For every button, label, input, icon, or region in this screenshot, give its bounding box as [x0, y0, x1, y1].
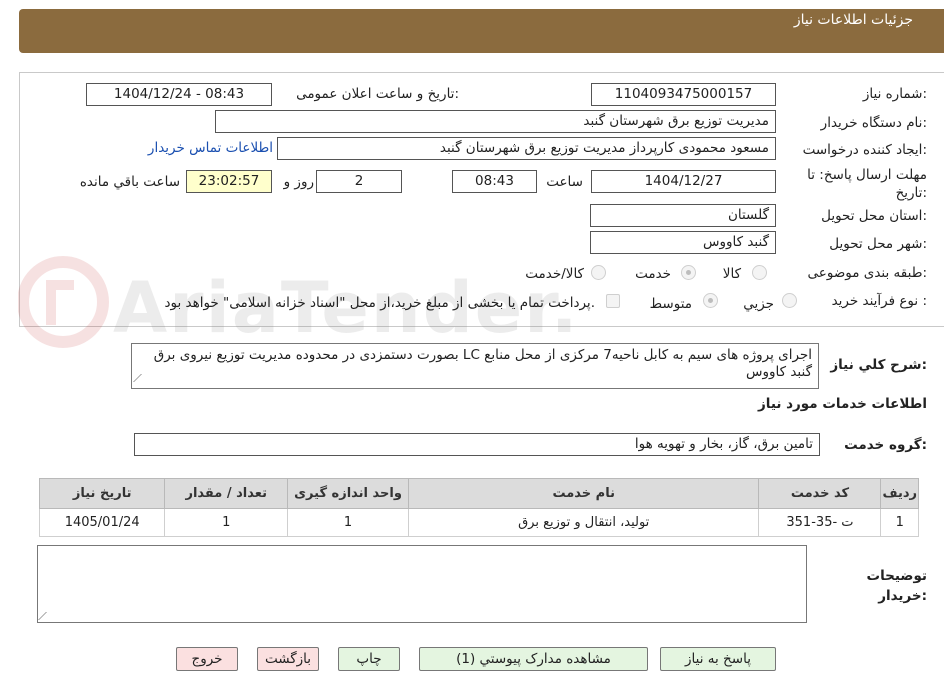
- column-header-service-name: نام خدمت: [407, 478, 760, 509]
- table-header-row: ردیف کد خدمت نام خدمت واحد اندازه گیری ت…: [38, 478, 919, 509]
- city-label: شهر محل تحویل:: [829, 236, 927, 252]
- exit-button[interactable]: خروج: [176, 647, 238, 671]
- buyer-org-label: نام دستگاه خریدار:: [820, 115, 927, 131]
- services-table: ردیف کد خدمت نام خدمت واحد اندازه گیری ت…: [38, 478, 919, 537]
- announce-datetime-label: تاریخ و ساعت اعلان عمومی:: [296, 86, 459, 102]
- table-row: 1 ت -35-351 تولید، انتقال و توزیع برق 1 …: [38, 508, 919, 537]
- services-section-title: اطلاعات خدمات مورد نیاز: [757, 396, 927, 412]
- column-header-row-number: ردیف: [880, 478, 919, 509]
- city-field[interactable]: گنبد کاووس: [590, 231, 776, 254]
- column-header-unit: واحد اندازه گیری: [287, 478, 409, 509]
- back-button[interactable]: بازگشت: [257, 647, 319, 671]
- deadline-time-field[interactable]: 08:43: [452, 170, 537, 193]
- treasury-payment-note: پرداخت تمام یا بخشی از مبلغ خرید،از محل …: [164, 295, 595, 311]
- category-service-label: خدمت: [635, 266, 671, 282]
- description-label: شرح کلي نیاز:: [830, 357, 927, 373]
- requester-field[interactable]: مسعود محمودی کارپرداز مدیریت توزیع برق ش…: [277, 137, 776, 160]
- process-medium-label: متوسط: [649, 296, 692, 312]
- column-header-service-code: کد خدمت: [758, 478, 882, 509]
- category-label: طبقه بندی موضوعی:: [807, 265, 927, 281]
- need-number-label: شماره نیاز:: [862, 86, 927, 102]
- province-field[interactable]: گلستان: [590, 204, 776, 227]
- process-partial-radio[interactable]: [782, 293, 797, 308]
- deadline-date-field[interactable]: 1404/12/27: [591, 170, 776, 193]
- print-button[interactable]: چاپ: [338, 647, 400, 671]
- days-label: روز و: [283, 174, 314, 190]
- column-header-need-date: تاریخ نیاز: [38, 478, 166, 509]
- buyer-contact-link[interactable]: اطلاعات تماس خریدار: [148, 140, 273, 156]
- cell-need-date: 1405/01/24: [38, 508, 166, 537]
- service-group-field[interactable]: تامین برق، گاز، بخار و تهویه هوا: [134, 433, 820, 456]
- cell-row-number: 1: [880, 508, 919, 537]
- category-service-radio[interactable]: [681, 265, 696, 280]
- category-goods-label: کالا: [722, 266, 741, 282]
- buyer-notes-label: توضیحات خریدار:: [866, 568, 927, 604]
- cell-quantity: 1: [164, 508, 289, 537]
- category-goods-radio[interactable]: [752, 265, 767, 280]
- process-medium-radio[interactable]: [703, 293, 718, 308]
- service-group-label: گروه خدمت:: [844, 437, 927, 453]
- cell-unit: 1: [287, 508, 409, 537]
- announce-datetime-field[interactable]: 1404/12/24 - 08:43: [86, 83, 272, 106]
- cell-service-name: تولید، انتقال و توزیع برق: [407, 508, 760, 537]
- treasury-payment-checkbox[interactable]: [606, 294, 620, 308]
- deadline-label: مهلت ارسال پاسخ: تا تاریخ:: [807, 167, 927, 201]
- column-header-quantity: تعداد / مقدار: [164, 478, 289, 509]
- province-label: استان محل تحویل:: [821, 208, 927, 224]
- remaining-time-label: ساعت باقي مانده: [79, 174, 180, 190]
- category-goods-service-radio[interactable]: [591, 265, 606, 280]
- need-number-field[interactable]: 1104093475000157: [591, 83, 776, 106]
- description-textarea[interactable]: اجرای پروژه های سیم به کابل ناحیه7 مرکزی…: [131, 343, 819, 389]
- process-type-label: نوع فرآیند خرید :: [831, 293, 927, 309]
- buyer-org-field[interactable]: مدیریت توزیع برق شهرستان گنبد: [215, 110, 776, 133]
- page-title: جزئیات اطلاعات نیاز: [793, 12, 913, 28]
- requester-label: ایجاد کننده درخواست:: [802, 142, 927, 158]
- process-partial-label: جزيي: [743, 296, 774, 312]
- days-remaining-field[interactable]: 2: [316, 170, 402, 193]
- remaining-time-field: 23:02:57: [186, 170, 272, 193]
- reply-to-need-button[interactable]: پاسخ به نیاز: [660, 647, 776, 671]
- cell-service-code: ت -35-351: [758, 508, 882, 537]
- category-goods-service-label: کالا/خدمت: [525, 266, 584, 282]
- deadline-time-label: ساعت: [546, 174, 583, 190]
- view-attachments-button[interactable]: مشاهده مدارک پیوستي (1): [419, 647, 648, 671]
- buyer-notes-textarea[interactable]: [37, 545, 807, 623]
